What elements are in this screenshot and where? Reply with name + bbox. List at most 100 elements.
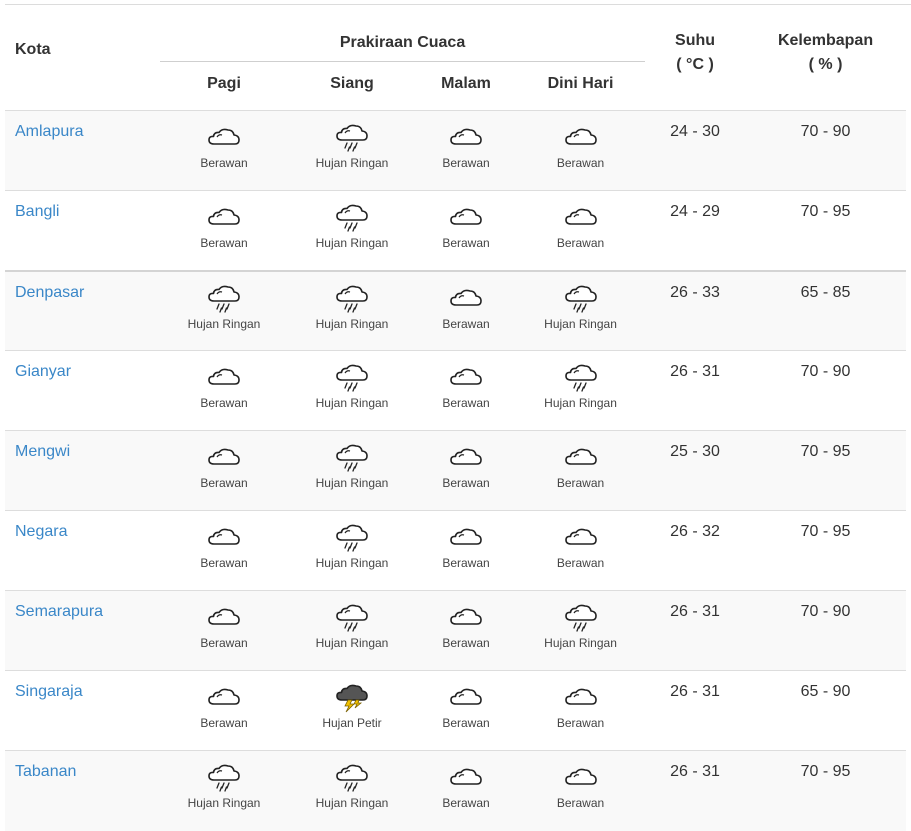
- city-link[interactable]: Amlapura: [15, 123, 83, 140]
- weather-label: Berawan: [200, 716, 248, 730]
- weather-cell-siang: Hujan Ringan: [288, 431, 416, 511]
- weather-label: Berawan: [442, 796, 490, 810]
- cloud-icon: [450, 608, 482, 625]
- light-rain-icon: [336, 764, 368, 792]
- weather-label: Berawan: [556, 716, 605, 730]
- weather-label: Hujan Ringan: [315, 156, 389, 170]
- weather-label: Berawan: [442, 316, 490, 331]
- weather-label: Berawan: [200, 236, 248, 250]
- table-row: Mengwi Berawan Hujan Ringan Berawan Berawan 2…: [5, 430, 907, 511]
- weather-label: Berawan: [442, 396, 490, 410]
- humidity-value: 70 - 90: [800, 603, 851, 620]
- light-rain-icon: [336, 124, 368, 152]
- cloud-icon: [564, 768, 597, 785]
- weather-label: Berawan: [200, 476, 248, 490]
- humidity-value: 70 - 95: [800, 763, 851, 780]
- weather-cell-pagi: Hujan Ringan: [160, 271, 288, 351]
- city-cell: Semarapura: [5, 591, 160, 671]
- forecast-group-label: Prakiraan Cuaca: [339, 34, 466, 51]
- weather-label: Hujan Ringan: [315, 396, 389, 410]
- weather-label: Berawan: [442, 476, 490, 490]
- weather-label: Hujan Ringan: [315, 636, 389, 650]
- table-row: Singaraja Berawan Hujan Petir Berawan Berawa…: [5, 670, 907, 751]
- city-link[interactable]: Denpasar: [15, 284, 84, 301]
- city-link[interactable]: Singaraja: [15, 683, 83, 700]
- weather-cell-malam: Berawan: [416, 271, 516, 351]
- weather-label: Hujan Ringan: [315, 236, 389, 250]
- weather-cell-malam: Berawan: [416, 591, 516, 671]
- weather-label: Hujan Ringan: [544, 316, 617, 331]
- weather-label: Berawan: [442, 716, 490, 730]
- cloud-icon: [564, 128, 597, 145]
- weather-cell-pagi: Berawan: [160, 351, 288, 431]
- city-link[interactable]: Mengwi: [15, 443, 70, 460]
- weather-label: Berawan: [556, 156, 605, 170]
- weather-label: Berawan: [200, 156, 248, 170]
- weather-cell-malam: Berawan: [416, 351, 516, 431]
- temperature-value: 26 - 32: [670, 523, 720, 540]
- cloud-icon: [450, 128, 482, 145]
- city-cell: Gianyar: [5, 351, 160, 431]
- weather-cell-dini-hari: Hujan Ringan: [516, 591, 645, 671]
- city-link[interactable]: Negara: [15, 523, 67, 540]
- weather-forecast-table: Kota Prakiraan Cuaca Suhu ( °C ) Kelemba…: [5, 5, 907, 831]
- city-link[interactable]: Semarapura: [15, 603, 103, 620]
- table-row: Amlapura Berawan Hujan Ringan Berawan Berawa…: [5, 110, 907, 191]
- cloud-icon: [208, 448, 240, 465]
- light-rain-icon: [564, 285, 597, 313]
- cloud-icon: [450, 688, 482, 705]
- forecast-group-header: Prakiraan Cuaca: [160, 5, 646, 62]
- cloud-icon: [450, 448, 482, 465]
- weather-cell-dini-hari: Berawan: [516, 191, 645, 271]
- city-cell: Denpasar: [5, 271, 160, 351]
- weather-cell-siang: Hujan Ringan: [288, 751, 416, 831]
- city-link[interactable]: Bangli: [15, 203, 59, 220]
- weather-label: Berawan: [556, 236, 605, 250]
- cloud-icon: [450, 289, 482, 306]
- cloud-icon: [450, 768, 482, 785]
- city-cell: Amlapura: [5, 111, 160, 191]
- light-rain-icon: [336, 524, 368, 552]
- weather-label: Berawan: [442, 636, 490, 650]
- weather-cell-malam: Berawan: [416, 751, 516, 831]
- weather-cell-pagi: Berawan: [160, 431, 288, 511]
- table-row: Tabanan Hujan Ringan Hujan Ringan Berawan Be…: [5, 750, 907, 831]
- period-header-dini-hari: Dini Hari: [547, 75, 614, 92]
- temperature-value: 26 - 33: [670, 283, 720, 301]
- weather-cell-dini-hari: Berawan: [516, 511, 645, 591]
- city-link[interactable]: Gianyar: [15, 363, 71, 380]
- temperature-value: 24 - 29: [670, 203, 720, 220]
- light-rain-icon: [336, 364, 368, 392]
- weather-label: Berawan: [200, 556, 248, 570]
- cloud-icon: [208, 208, 240, 225]
- humidity-value: 70 - 90: [800, 363, 851, 380]
- temperature-label: Suhu: [675, 32, 716, 49]
- temperature-unit: ( °C ): [676, 56, 714, 73]
- cloud-icon: [564, 448, 597, 465]
- weather-label: Berawan: [442, 556, 490, 570]
- weather-cell-dini-hari: Hujan Ringan: [516, 351, 645, 431]
- weather-label: Hujan Ringan: [315, 476, 389, 490]
- table-row: Semarapura Berawan Hujan Ringan Berawan Huja…: [5, 590, 907, 671]
- city-link[interactable]: Tabanan: [15, 763, 76, 780]
- cloud-icon: [564, 208, 597, 225]
- weather-label: Berawan: [442, 156, 490, 170]
- weather-cell-siang: Hujan Ringan: [288, 511, 416, 591]
- weather-cell-siang: Hujan Ringan: [288, 191, 416, 271]
- weather-label: Hujan Ringan: [315, 316, 389, 331]
- cloud-icon: [564, 528, 597, 545]
- weather-cell-malam: Berawan: [416, 431, 516, 511]
- cloud-icon: [450, 368, 482, 385]
- temperature-value: 24 - 30: [670, 123, 720, 140]
- weather-cell-pagi: Hujan Ringan: [160, 751, 288, 831]
- light-rain-icon: [208, 764, 240, 792]
- city-cell: Tabanan: [5, 751, 160, 831]
- cloud-icon: [208, 368, 240, 385]
- humidity-unit: ( % ): [808, 56, 843, 73]
- cloud-icon: [208, 608, 240, 625]
- weather-cell-pagi: Berawan: [160, 111, 288, 191]
- cloud-icon: [450, 528, 482, 545]
- weather-label: Hujan Ringan: [315, 556, 389, 570]
- weather-label: Hujan Ringan: [187, 796, 261, 810]
- period-header-malam: Malam: [441, 75, 491, 92]
